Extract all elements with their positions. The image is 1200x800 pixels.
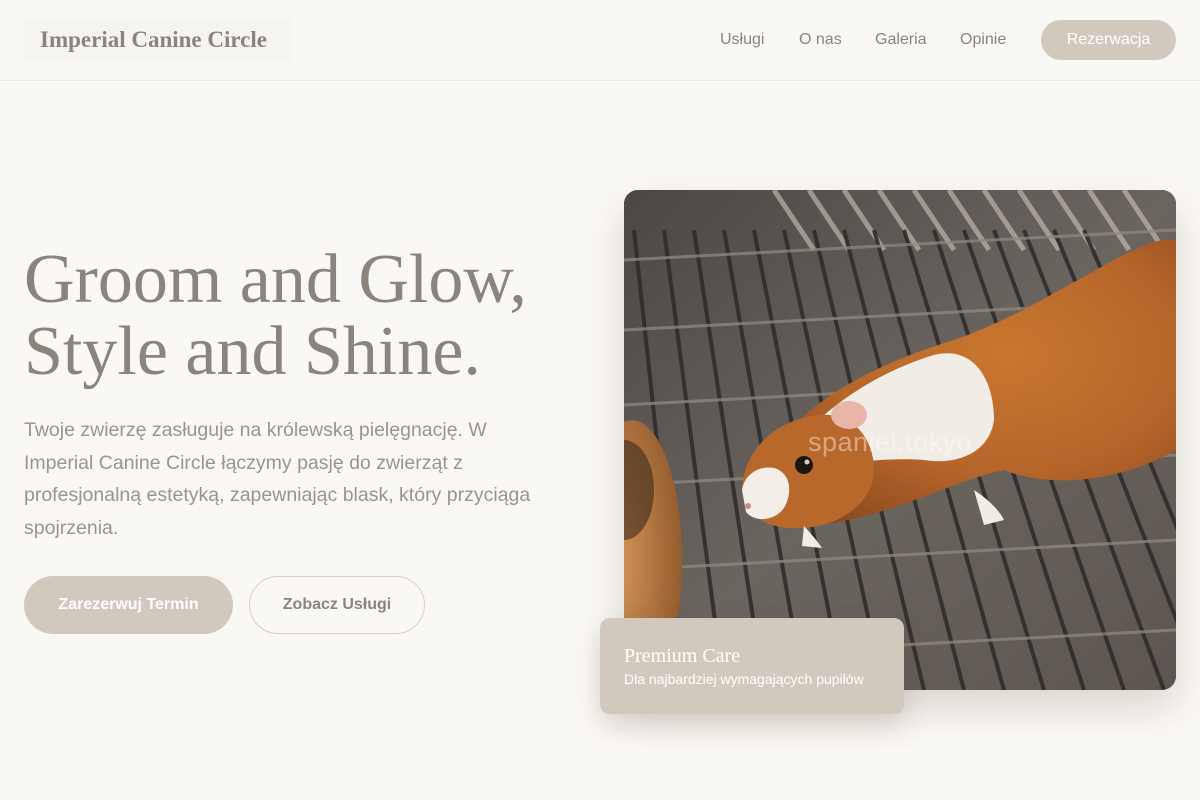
brand-logo[interactable]: Imperial Canine Circle <box>24 18 292 62</box>
site-header: Imperial Canine Circle Usługi O nas Gale… <box>0 0 1200 81</box>
hero-title-line-1: Groom and Glow, <box>24 241 527 318</box>
nav-link-o-nas[interactable]: O nas <box>799 29 842 51</box>
hero-title: Groom and Glow, Style and Shine. <box>24 244 584 388</box>
book-appointment-button[interactable]: Zarezerwuj Termin <box>24 576 233 634</box>
premium-care-card: Premium Care Dla najbardziej wymagającyc… <box>600 618 904 714</box>
nav-link-uslugi[interactable]: Usługi <box>720 29 764 51</box>
reservation-button[interactable]: Rezerwacja <box>1041 20 1176 60</box>
image-watermark: spaniel.tokyo <box>808 427 973 457</box>
view-services-button[interactable]: Zobacz Usługi <box>249 576 425 634</box>
nav-link-opinie[interactable]: Opinie <box>960 29 1006 51</box>
hero-description: Twoje zwierzę zasługuje na królewską pie… <box>24 419 531 539</box>
premium-card-subtitle: Dla najbardziej wymagających pupilów <box>624 671 864 687</box>
premium-card-title: Premium Care <box>624 645 741 667</box>
nav-link-galeria[interactable]: Galeria <box>875 29 927 51</box>
hero-image: spaniel.tokyo <box>624 190 1176 690</box>
hero-title-line-2: Style and Shine. <box>24 313 481 390</box>
